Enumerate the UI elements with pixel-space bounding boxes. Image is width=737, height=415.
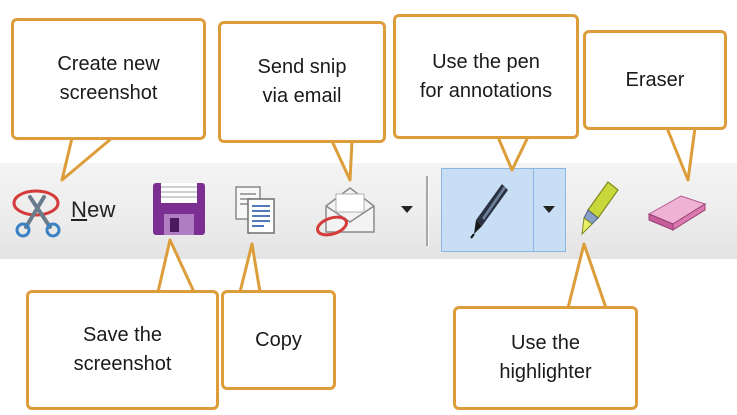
new-button-label: New	[71, 197, 116, 223]
callout-save: Save the screenshot	[26, 290, 219, 410]
pen-icon	[466, 178, 514, 240]
callout-send-snip-text: Send snip via email	[257, 56, 347, 107]
callout-create-new: Create new screenshot	[11, 18, 206, 140]
eraser-button[interactable]	[641, 184, 713, 234]
send-snip-dropdown-arrow[interactable]	[398, 201, 416, 217]
callout-highlighter-text: Use the highlighter	[499, 332, 592, 383]
callout-copy: Copy	[221, 290, 336, 390]
eraser-icon	[647, 195, 707, 231]
scissors-snip-icon	[12, 189, 61, 237]
callout-copy-text: Copy	[255, 328, 302, 351]
send-snip-button[interactable]	[312, 180, 382, 240]
callout-eraser-text: Eraser	[625, 68, 685, 91]
new-label-mnemonic: N	[71, 197, 88, 222]
toolbar-separator	[426, 176, 429, 246]
floppy-disk-icon	[153, 183, 205, 235]
dropdown-arrow-icon	[543, 206, 555, 213]
new-snip-button[interactable]: New	[10, 180, 135, 240]
callout-highlighter: Use the highlighter	[453, 306, 638, 410]
new-label-rest: ew	[87, 197, 116, 222]
callout-save-text: Save the screenshot	[73, 324, 172, 375]
callout-use-pen: Use the pen for annotations	[393, 14, 579, 139]
callout-use-pen-text: Use the pen for annotations	[419, 50, 553, 102]
callout-send-snip: Send snip via email	[218, 21, 386, 143]
highlighter-icon	[581, 181, 619, 236]
callout-create-new-text: Create new screenshot	[57, 53, 160, 104]
dropdown-arrow-icon	[401, 206, 413, 213]
highlighter-button[interactable]	[574, 178, 624, 240]
pen-dropdown-arrow	[540, 201, 558, 217]
copy-button[interactable]	[230, 181, 280, 239]
email-envelope-icon	[316, 187, 375, 237]
callout-eraser: Eraser	[583, 30, 727, 130]
copy-icon	[235, 186, 275, 234]
save-button[interactable]	[150, 180, 208, 238]
